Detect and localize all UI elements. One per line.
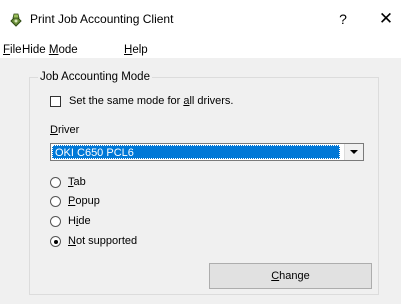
- dialog-window: Print Job Accounting Client ? ✕ File Hid…: [0, 0, 401, 304]
- radio-tab-label[interactable]: Tab: [68, 176, 86, 188]
- driver-selected-value: OKI C650 PCL6: [52, 145, 340, 159]
- menu-help[interactable]: Help: [124, 44, 148, 56]
- window-title: Print Job Accounting Client: [30, 12, 174, 26]
- radio-popup-label[interactable]: Popup: [68, 195, 100, 207]
- radio-hide-label[interactable]: Hide: [68, 215, 91, 227]
- group-title: Job Accounting Mode: [38, 71, 152, 83]
- chevron-down-icon: [350, 150, 358, 154]
- radio-tab[interactable]: [50, 177, 61, 188]
- driver-label: Driver: [50, 124, 80, 136]
- menu-hide-mode[interactable]: Hide Mode: [22, 44, 78, 56]
- radio-popup[interactable]: [50, 196, 61, 207]
- radio-hide[interactable]: [50, 216, 61, 227]
- dropdown-arrow-button[interactable]: [344, 144, 363, 160]
- title-bar: Print Job Accounting Client ? ✕: [0, 0, 401, 36]
- radio-not-supported[interactable]: [50, 236, 61, 247]
- printer-app-icon: [8, 12, 24, 28]
- close-button[interactable]: ✕: [372, 8, 400, 30]
- same-mode-label[interactable]: Set the same mode for all drivers.: [69, 95, 233, 107]
- same-mode-checkbox[interactable]: [50, 96, 61, 107]
- menu-bar: File Hide Mode Help: [0, 36, 401, 58]
- radio-not-supported-label[interactable]: Not supported: [68, 235, 137, 247]
- driver-dropdown[interactable]: OKI C650 PCL6: [50, 143, 364, 161]
- menu-file[interactable]: File: [3, 44, 22, 56]
- help-button[interactable]: ?: [333, 10, 353, 28]
- change-button[interactable]: Change: [209, 263, 372, 289]
- radio-selected-dot: [53, 239, 58, 244]
